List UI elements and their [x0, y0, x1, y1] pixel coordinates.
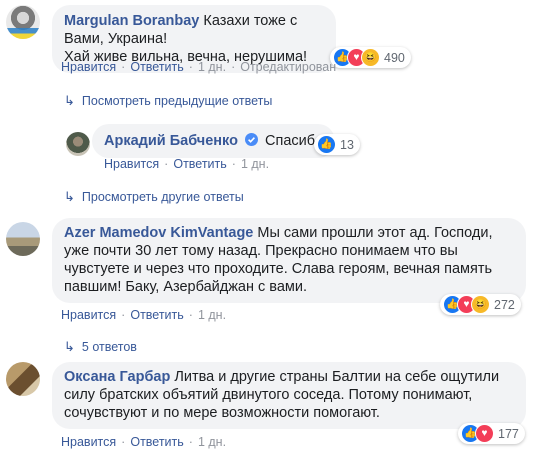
avatar[interactable] [6, 222, 40, 256]
comment-actions: Нравится · Ответить · 1 дн. [61, 308, 226, 322]
separator: · [231, 157, 236, 171]
separator: · [164, 157, 169, 171]
comment-bubble: Azer Mamedov KimVantage Мы сами прошли э… [52, 218, 526, 303]
reaction-summary[interactable]: 👍 ♥ 177 [458, 423, 525, 444]
reply-arrow-icon: ↳ [64, 93, 75, 108]
comment-text: сочувствуют и по мере возможности помога… [64, 405, 380, 421]
like-link[interactable]: Нравится [61, 308, 116, 322]
avatar[interactable] [6, 362, 40, 396]
comment-bubble: Аркадий Бабченко Спасибо [92, 124, 336, 158]
comment-author[interactable]: Margulan Boranbay [64, 13, 199, 29]
more-link-label: Просмотреть другие ответы [81, 190, 244, 204]
comment-text: Литва и другие страны Балтии на себе ощу… [174, 369, 500, 385]
separator: · [231, 60, 236, 74]
view-previous-replies-link[interactable]: ↳ Посмотреть предыдущие ответы [64, 93, 272, 109]
more-link-label: 5 ответов [81, 340, 137, 354]
verified-badge-icon [245, 133, 258, 146]
reply-link[interactable]: Ответить [130, 435, 183, 449]
like-link[interactable]: Нравится [61, 435, 116, 449]
comment-actions: Нравится · Ответить · 1 дн. · Отредактирован [61, 60, 336, 74]
love-reaction-icon: ♥ [475, 424, 494, 443]
comment-author[interactable]: Azer Mamedov KimVantage [64, 225, 253, 241]
reaction-count: 490 [384, 50, 405, 65]
haha-reaction-icon: 😆 [361, 48, 380, 67]
comment-text: чувстуете и через что проходите. Слава г… [64, 261, 493, 277]
timestamp[interactable]: 1 дн. [198, 435, 226, 449]
edited-label[interactable]: Отредактирован [240, 60, 336, 74]
reaction-summary[interactable]: 👍 13 [314, 134, 360, 155]
like-link[interactable]: Нравится [61, 60, 116, 74]
separator: · [188, 60, 193, 74]
comment-text: силу братских объятий двинутого соседа. … [64, 387, 473, 403]
comment-actions: Нравится · Ответить · 1 дн. [104, 157, 269, 171]
reaction-summary[interactable]: 👍 ♥ 😆 272 [440, 294, 521, 315]
reply-arrow-icon: ↳ [64, 339, 75, 354]
avatar[interactable] [66, 132, 90, 156]
comment-author[interactable]: Аркадий Бабченко [104, 133, 238, 149]
more-link-label: Посмотреть предыдущие ответы [81, 94, 273, 108]
reply-link[interactable]: Ответить [130, 308, 183, 322]
view-more-replies-link[interactable]: ↳ Просмотреть другие ответы [64, 189, 244, 205]
like-link[interactable]: Нравится [104, 157, 159, 171]
comment-text: уже почти 30 лет тому назад. Прекрасно п… [64, 243, 458, 259]
timestamp[interactable]: 1 дн. [241, 157, 269, 171]
separator: · [121, 308, 126, 322]
separator: · [121, 435, 126, 449]
timestamp[interactable]: 1 дн. [198, 60, 226, 74]
reaction-count: 13 [340, 137, 354, 152]
reply-link[interactable]: Ответить [130, 60, 183, 74]
avatar[interactable] [6, 5, 40, 39]
flag-overlay [6, 28, 40, 39]
comment-bubble: Оксана Гарбар Литва и другие страны Балт… [52, 362, 526, 429]
separator: · [121, 60, 126, 74]
view-replies-link[interactable]: ↳ 5 ответов [64, 339, 137, 355]
reaction-count: 272 [494, 297, 515, 312]
reply-link[interactable]: Ответить [173, 157, 226, 171]
separator: · [188, 308, 193, 322]
comment-text: Мы сами прошли этот ад. Господи, [257, 225, 493, 241]
reaction-count: 177 [498, 426, 519, 441]
haha-reaction-icon: 😆 [471, 295, 490, 314]
comment-author[interactable]: Оксана Гарбар [64, 369, 170, 385]
comment-text: павшим! Баку, Азербайджан с вами. [64, 279, 307, 295]
reaction-summary[interactable]: 👍 ♥ 😆 490 [330, 47, 411, 68]
like-reaction-icon: 👍 [317, 135, 336, 154]
reply-arrow-icon: ↳ [64, 189, 75, 204]
timestamp[interactable]: 1 дн. [198, 308, 226, 322]
comment-actions: Нравится · Ответить · 1 дн. [61, 435, 226, 449]
separator: · [188, 435, 193, 449]
